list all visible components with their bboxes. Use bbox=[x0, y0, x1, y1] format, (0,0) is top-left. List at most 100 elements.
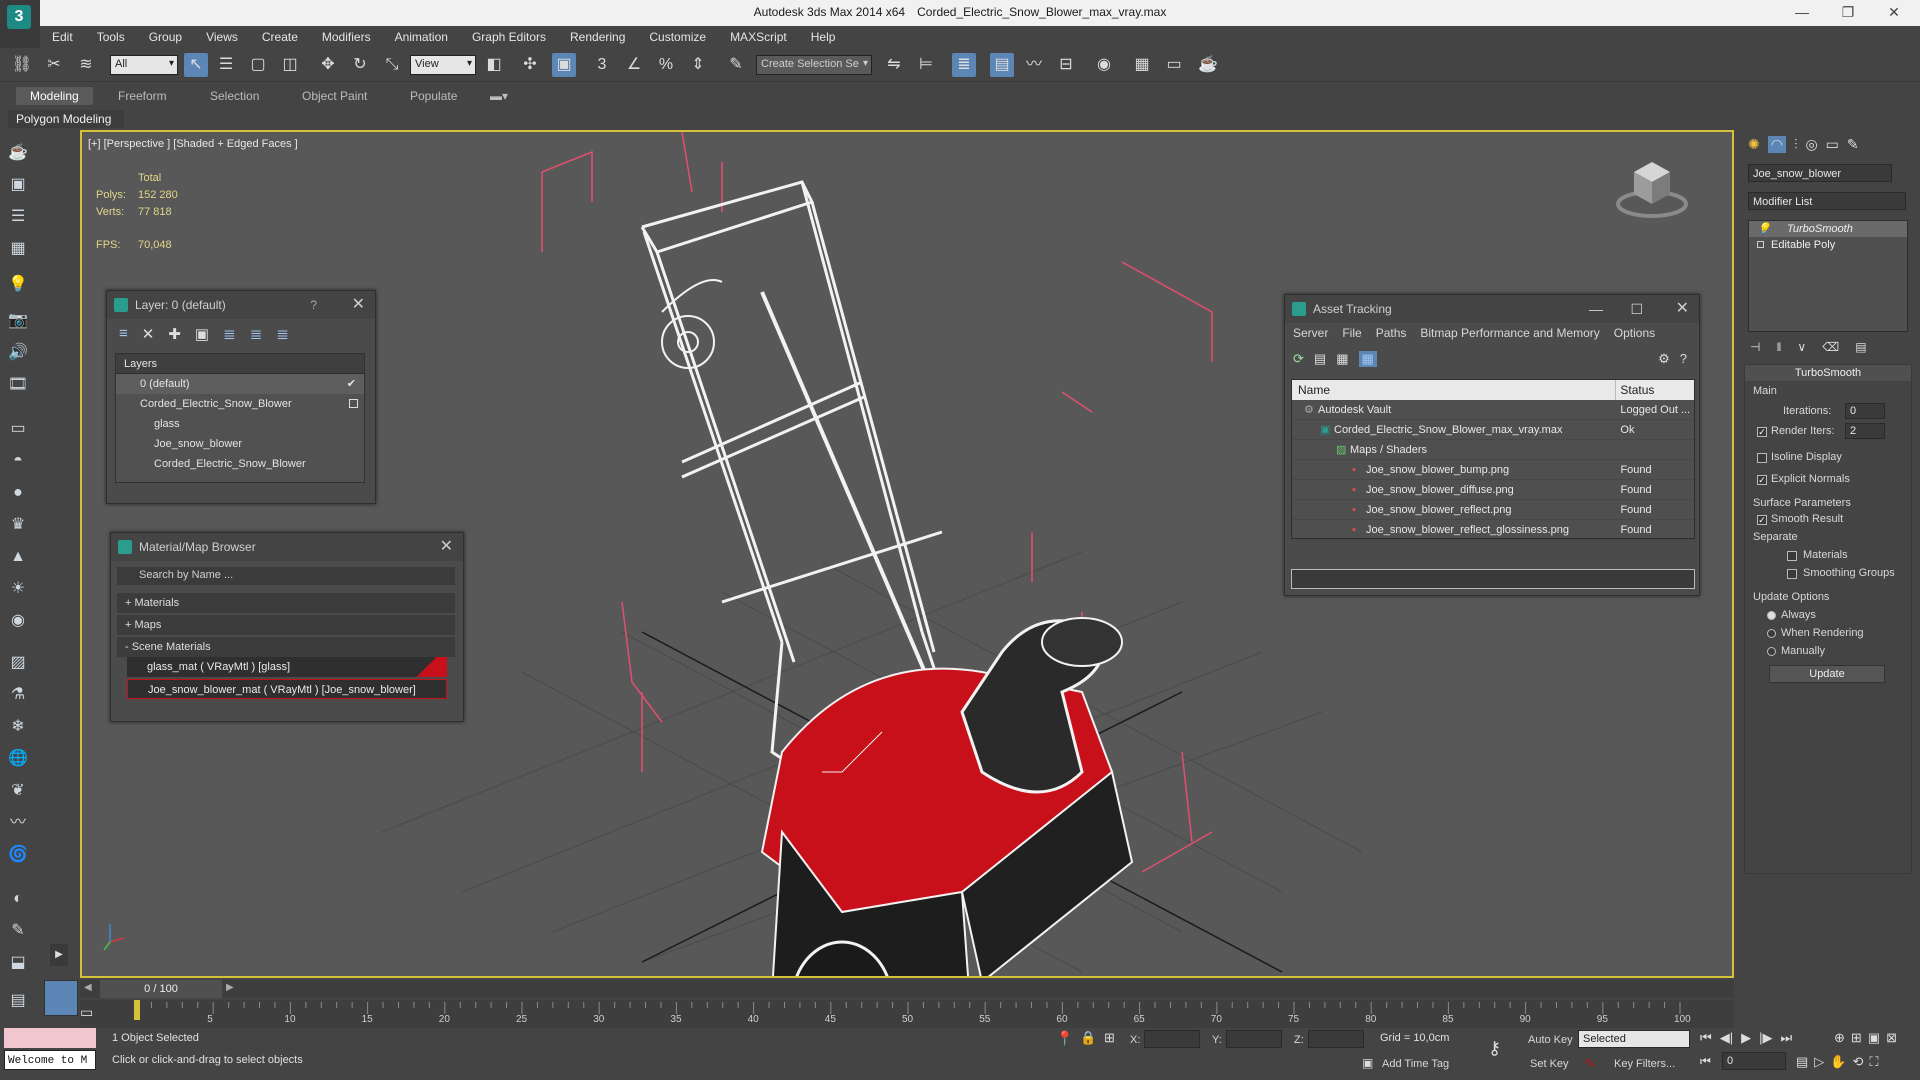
menu-graph-editors[interactable]: Graph Editors bbox=[460, 26, 558, 48]
unlink-icon[interactable]: ✂ bbox=[42, 53, 66, 77]
menu-rendering[interactable]: Rendering bbox=[558, 26, 637, 48]
asset-path-field[interactable] bbox=[1291, 569, 1695, 589]
add-to-layer-icon[interactable]: ✚ bbox=[168, 325, 181, 343]
time-tag-icon[interactable]: ▣ bbox=[1362, 1056, 1373, 1070]
orbit-icon[interactable]: ⟲ bbox=[1852, 1054, 1863, 1070]
auto-key-button[interactable]: Auto Key bbox=[1528, 1034, 1573, 1046]
asset-close-button[interactable]: ✕ bbox=[1676, 295, 1689, 323]
vault-icon[interactable]: ⚙ bbox=[1658, 351, 1670, 367]
menu-animation[interactable]: Animation bbox=[383, 26, 460, 48]
selection-lock-icon[interactable]: 🔒 bbox=[1080, 1030, 1096, 1046]
asset-tracking-titlebar[interactable]: Asset Tracking — ☐ ✕ bbox=[1285, 295, 1699, 323]
prev-frame-icon[interactable]: ◀| bbox=[1720, 1030, 1733, 1046]
box-icon[interactable]: ▭ bbox=[6, 418, 30, 440]
ball-icon[interactable]: ◉ bbox=[6, 610, 30, 632]
pivot-center-icon[interactable]: ◧ bbox=[482, 53, 506, 77]
graphite-ribbon-icon[interactable]: ▤ bbox=[990, 53, 1014, 77]
layer-row[interactable]: Corded_Electric_Snow_Blower bbox=[116, 454, 364, 474]
maximize-viewport-icon[interactable]: ⛶ bbox=[1869, 1054, 1878, 1070]
move-icon[interactable]: ✥ bbox=[316, 53, 340, 77]
highlight-layer-icon[interactable]: ≣ bbox=[223, 325, 236, 343]
layer-row[interactable]: glass bbox=[116, 414, 364, 434]
goto-start-icon[interactable]: ⏮ bbox=[1700, 1030, 1712, 1046]
ribbon-options-icon[interactable]: ▬▾ bbox=[490, 89, 508, 103]
separate-materials-checkbox[interactable] bbox=[1787, 551, 1797, 561]
material-row[interactable]: Joe_snow_blower_mat ( VRayMtl ) [Joe_sno… bbox=[127, 679, 447, 699]
track-bar-menu-icon[interactable]: ▭ bbox=[80, 1004, 93, 1021]
column-status[interactable]: Status bbox=[1616, 380, 1694, 400]
rendered-frame-window-icon[interactable]: ▭ bbox=[1162, 53, 1186, 77]
mini-curve-editor-toggle[interactable] bbox=[44, 980, 78, 1016]
camera-icon[interactable]: 📷 bbox=[6, 310, 30, 332]
material-search-input[interactable]: Search by Name ... bbox=[117, 567, 455, 585]
time-slider[interactable]: ◀ 0 / 100 ▶ bbox=[80, 980, 1734, 998]
polygon-modeling-panel[interactable]: Polygon Modeling bbox=[8, 110, 124, 128]
time-next-icon[interactable]: ▶ bbox=[226, 982, 234, 993]
render-setup-icon[interactable]: ▦ bbox=[1130, 53, 1154, 77]
show-end-result-icon[interactable]: ‖ bbox=[1776, 340, 1781, 354]
reference-coordinate-dropdown[interactable]: View bbox=[410, 55, 476, 75]
menu-edit[interactable]: Edit bbox=[40, 26, 85, 48]
turbosmooth-rollout-header[interactable]: TurboSmooth bbox=[1745, 365, 1911, 381]
render-production-icon[interactable]: ☕ bbox=[1196, 53, 1220, 77]
render-iters-checkbox[interactable]: ✓ bbox=[1757, 427, 1767, 437]
selection-filter-dropdown[interactable]: All bbox=[110, 55, 178, 75]
menu-create[interactable]: Create bbox=[250, 26, 310, 48]
tab-object-paint[interactable]: Object Paint bbox=[302, 89, 367, 103]
plant-icon[interactable]: ❦ bbox=[6, 780, 30, 802]
object-name-field[interactable]: Joe_snow_blower bbox=[1748, 164, 1892, 182]
material-editor-icon[interactable]: ◉ bbox=[1092, 53, 1116, 77]
modifier-list-dropdown[interactable]: Modifier List bbox=[1748, 192, 1906, 210]
cone-icon[interactable]: ▲ bbox=[6, 546, 30, 568]
menu-views[interactable]: Views bbox=[194, 26, 250, 48]
rotate-icon[interactable]: ↻ bbox=[348, 53, 372, 77]
table-view-icon[interactable]: ▦ bbox=[1358, 351, 1377, 367]
key-mode-icon[interactable]: ⏮ bbox=[1700, 1054, 1711, 1069]
sun-icon[interactable]: ☀ bbox=[6, 578, 30, 600]
asset-maximize-button[interactable]: ☐ bbox=[1630, 295, 1643, 323]
pin-stack-icon[interactable]: ⊣ bbox=[1750, 340, 1760, 354]
edit-named-selection-icon[interactable]: ✎ bbox=[724, 53, 748, 77]
bind-spacewarp-icon[interactable]: ≋ bbox=[74, 53, 98, 77]
z-coord-field[interactable] bbox=[1308, 1030, 1364, 1048]
hatch-icon[interactable]: ▨ bbox=[6, 652, 30, 674]
asset-row[interactable]: ▪ Joe_snow_blower_diffuse.png Found bbox=[1292, 480, 1694, 500]
iterations-spinner[interactable]: 0 bbox=[1845, 403, 1885, 419]
asset-menu-server[interactable]: Server bbox=[1293, 323, 1328, 343]
separate-smoothing-checkbox[interactable] bbox=[1787, 569, 1797, 579]
update-when-rendering-radio[interactable] bbox=[1767, 629, 1776, 638]
light-icon[interactable]: 💡 bbox=[6, 274, 30, 296]
layer-row[interactable]: Joe_snow_blower bbox=[116, 434, 364, 454]
menu-customize[interactable]: Customize bbox=[637, 26, 718, 48]
asset-menu-paths[interactable]: Paths bbox=[1376, 323, 1407, 343]
update-button[interactable]: Update bbox=[1769, 665, 1885, 683]
link-icon[interactable]: ⛓ bbox=[10, 53, 34, 77]
menu-maxscript[interactable]: MAXScript bbox=[718, 26, 799, 48]
isoline-display-checkbox[interactable] bbox=[1757, 453, 1767, 463]
material-browser-titlebar[interactable]: Material/Map Browser ✕ bbox=[111, 533, 463, 561]
hide-layer-icon[interactable]: ≣ bbox=[250, 325, 263, 343]
hierarchy-tab-icon[interactable]: ⫶ bbox=[1794, 136, 1798, 153]
modify-tab-icon[interactable]: ◠ bbox=[1767, 136, 1786, 153]
scale-icon[interactable]: ⤡ bbox=[380, 53, 404, 77]
configure-sets-icon[interactable]: ▤ bbox=[1855, 340, 1866, 354]
utilities-tab-icon[interactable]: ✎ bbox=[1847, 136, 1859, 153]
current-frame-field[interactable]: 0 bbox=[1722, 1052, 1786, 1070]
menu-modifiers[interactable]: Modifiers bbox=[310, 26, 383, 48]
stack-item-editable-poly[interactable]: Editable Poly bbox=[1749, 237, 1907, 253]
menu-help[interactable]: Help bbox=[799, 26, 848, 48]
asset-row[interactable]: ⚙ Autodesk Vault Logged Out ... bbox=[1292, 400, 1694, 420]
refresh-icon[interactable]: ⟳ bbox=[1293, 351, 1304, 367]
play-icon[interactable]: ▶ bbox=[1741, 1030, 1751, 1046]
list-icon[interactable]: ☰ bbox=[6, 206, 30, 228]
menu-group[interactable]: Group bbox=[137, 26, 194, 48]
dome-icon[interactable]: ◓ bbox=[6, 450, 30, 472]
menu-tools[interactable]: Tools bbox=[85, 26, 137, 48]
time-slider-thumb[interactable]: 0 / 100 bbox=[100, 980, 222, 998]
named-selection-set-input[interactable]: Create Selection Se bbox=[756, 55, 872, 75]
zoom-extents-all-icon[interactable]: ⊠ bbox=[1886, 1030, 1897, 1046]
set-key-icon[interactable]: ⚷ bbox=[1488, 1038, 1501, 1059]
keyboard-shortcut-toggle-icon[interactable]: ▣ bbox=[552, 53, 576, 77]
select-layer-icon[interactable]: ▣ bbox=[195, 325, 209, 343]
tube-icon[interactable]: ⚗ bbox=[6, 684, 30, 706]
